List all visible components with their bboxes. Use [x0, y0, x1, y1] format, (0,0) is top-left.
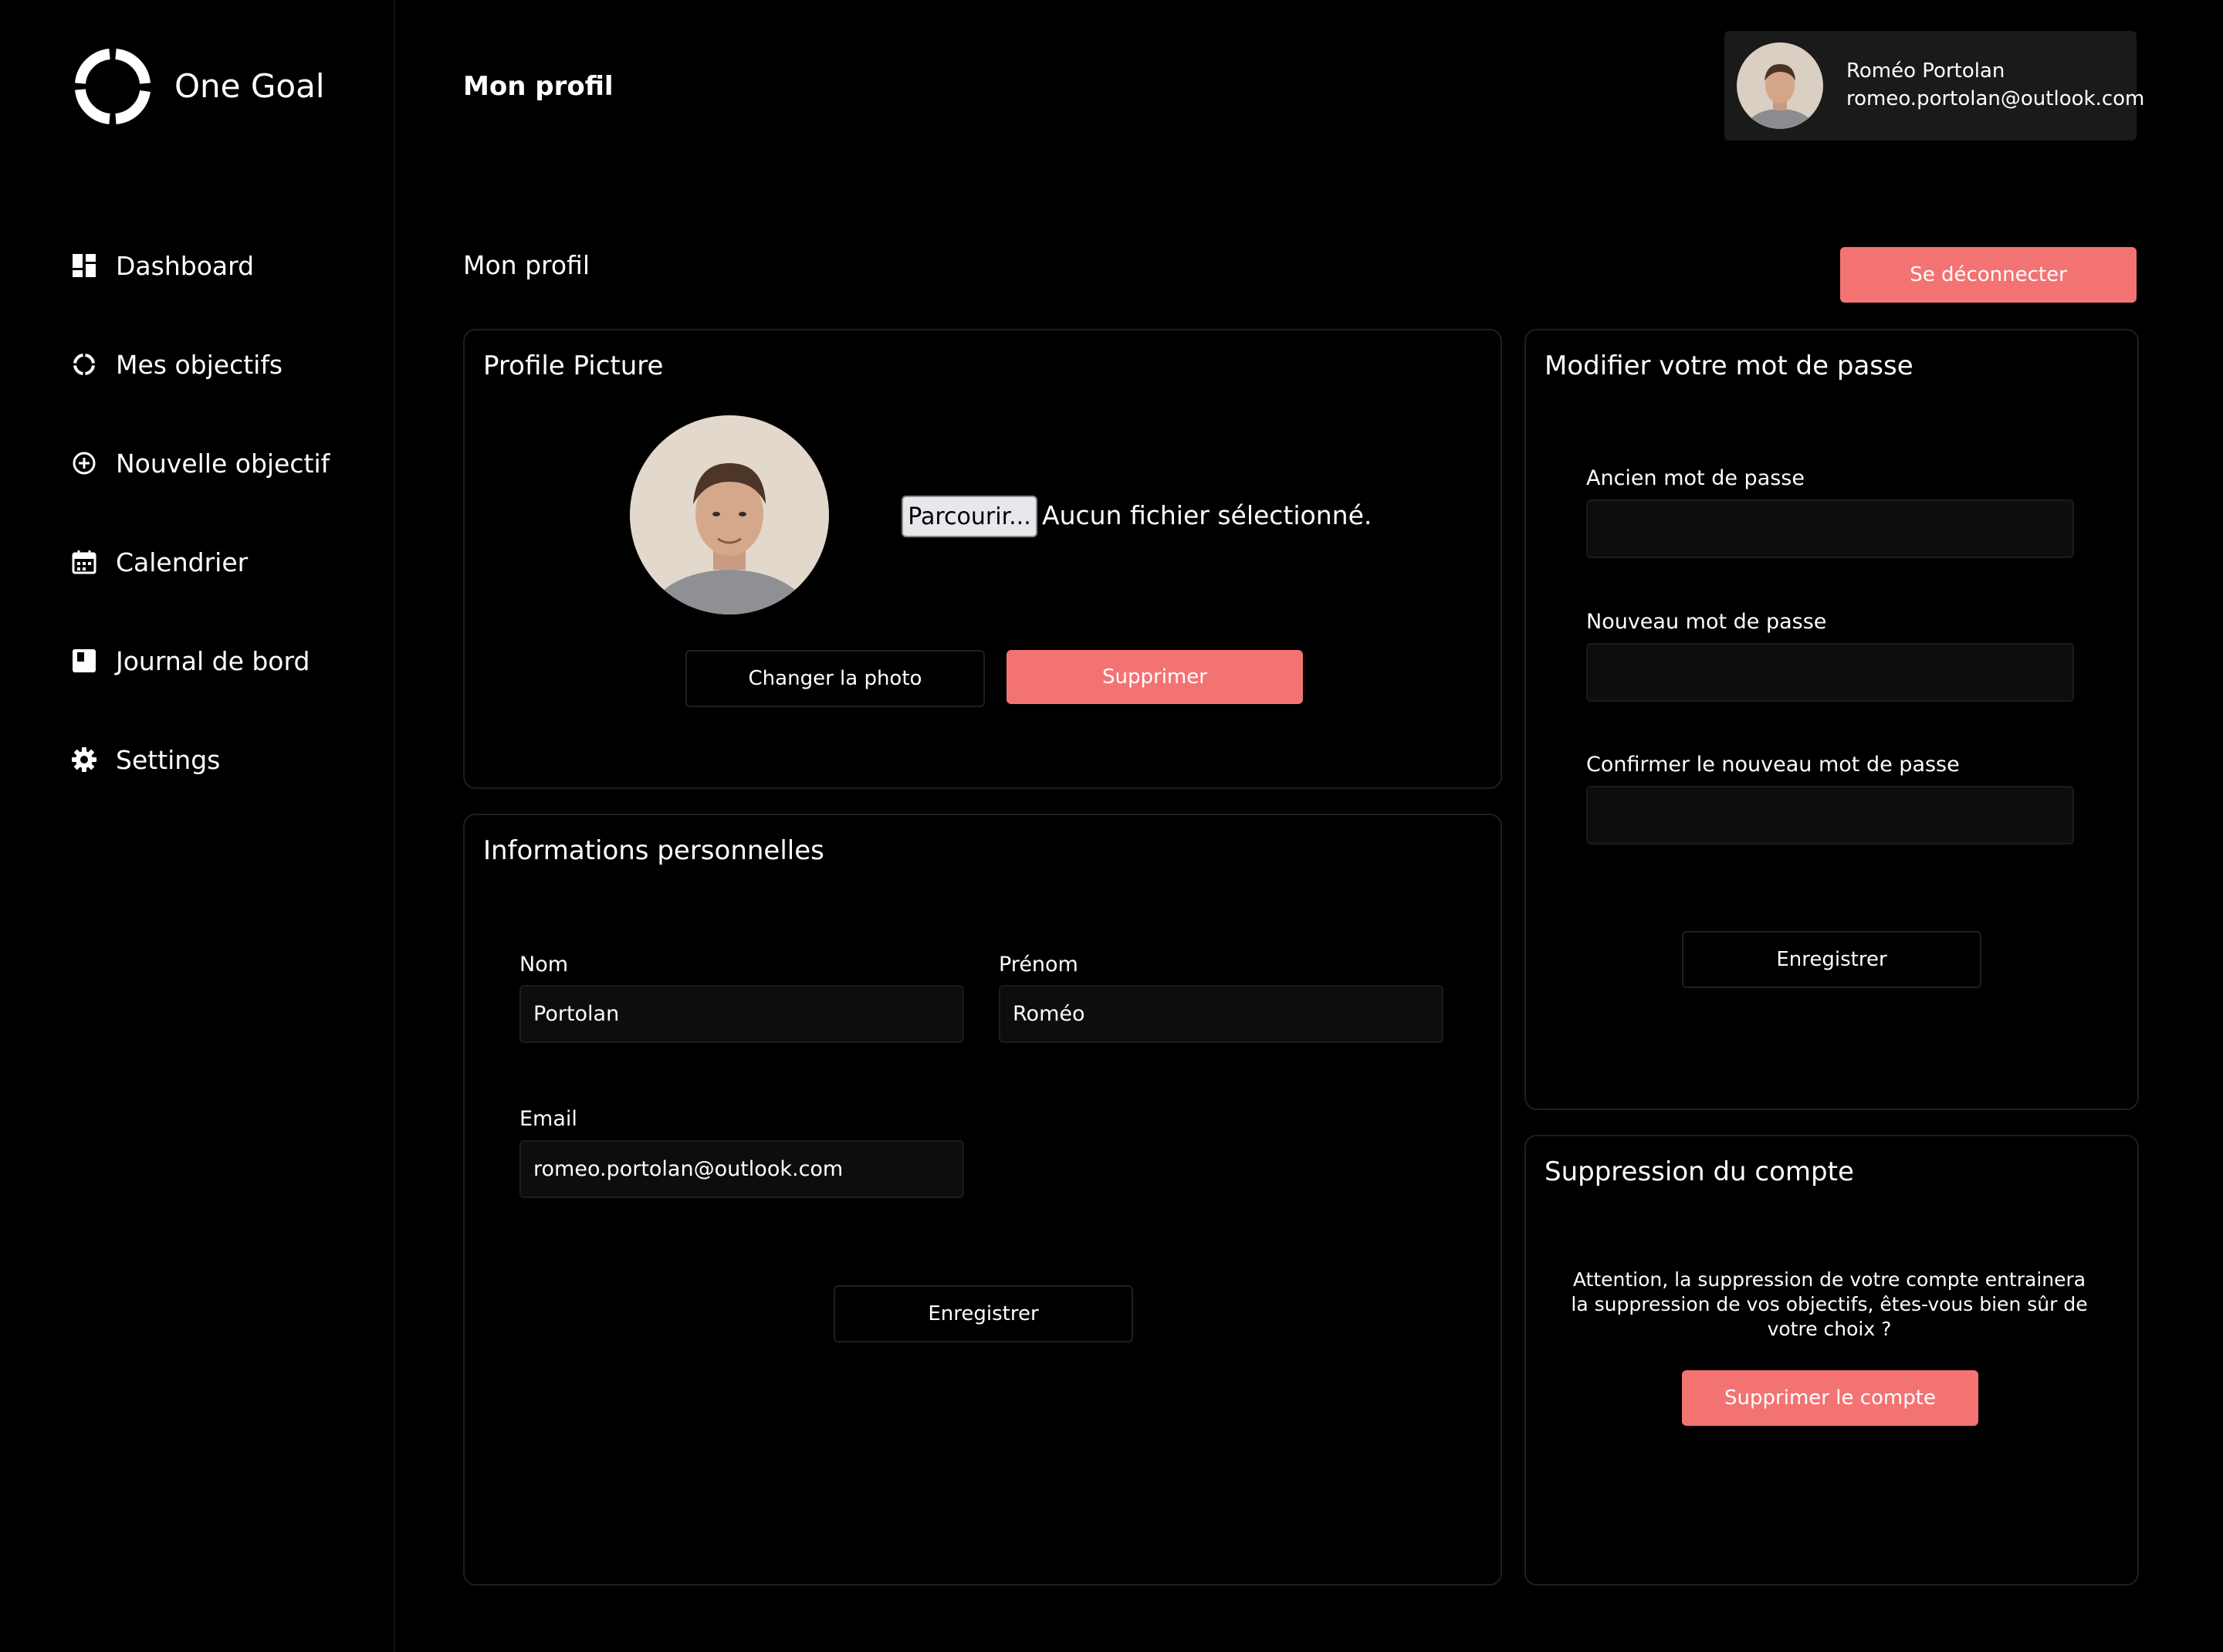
save-personal-info-button[interactable]: Enregistrer [834, 1285, 1133, 1342]
prenom-field[interactable] [999, 985, 1443, 1043]
profile-picture-title: Profile Picture [483, 350, 664, 381]
section-heading: Mon profil [463, 250, 590, 280]
personal-info-card [463, 814, 1502, 1586]
page-title: Mon profil [463, 71, 614, 102]
delete-account-button[interactable]: Supprimer le compte [1682, 1370, 1978, 1426]
profile-picture-card [463, 329, 1502, 789]
sidebar-item-label: Mes objectifs [116, 349, 283, 380]
delete-account-warning: Attention, la suppression de votre compt… [1571, 1268, 2088, 1340]
new-password-field[interactable] [1586, 643, 2074, 702]
sidebar-item-settings[interactable]: Settings [69, 736, 220, 783]
sidebar-item-journal-de-bord[interactable]: Journal de bord [69, 638, 310, 684]
change-photo-button[interactable]: Changer la photo [685, 650, 985, 707]
delete-account-title: Suppression du compte [1545, 1156, 1854, 1187]
old-password-label: Ancien mot de passe [1586, 466, 1805, 490]
sidebar-item-label: Journal de bord [116, 645, 310, 676]
sidebar-item-label: Dashboard [116, 250, 255, 281]
nom-field[interactable] [519, 985, 964, 1043]
sidebar-item-label: Calendrier [116, 547, 249, 577]
new-password-label: Nouveau mot de passe [1586, 610, 1827, 634]
sidebar-item-nouvelle-objectif[interactable]: Nouvelle objectif [69, 440, 330, 486]
delete-photo-button[interactable]: Supprimer [1007, 650, 1303, 704]
confirm-password-field[interactable] [1586, 786, 2074, 845]
sidebar-item-label: Settings [116, 744, 221, 775]
user-profile-card[interactable]: Roméo Portolan romeo.portolan@outlook.co… [1724, 31, 2144, 140]
confirm-password-label: Confirmer le nouveau mot de passe [1586, 753, 1960, 777]
calendar-icon [69, 547, 99, 577]
logout-button[interactable]: Se déconnecter [1840, 247, 2137, 303]
change-password-title: Modifier votre mot de passe [1545, 350, 1913, 381]
save-password-button[interactable]: Enregistrer [1682, 931, 1981, 988]
change-password-card [1524, 329, 2139, 1110]
goal-ring-icon [69, 350, 99, 379]
avatar [1737, 42, 1823, 129]
email-field[interactable] [519, 1140, 964, 1198]
personal-info-title: Informations personnelles [483, 835, 824, 866]
delete-account-card [1524, 1135, 2139, 1586]
user-name: Roméo Portolan [1846, 59, 2005, 83]
user-email: romeo.portolan@outlook.com [1846, 87, 2145, 110]
app-name: One Goal [174, 67, 325, 105]
no-file-selected-text: Aucun fichier sélectionné. [1042, 500, 1372, 530]
dashboard-icon [69, 251, 99, 280]
old-password-field[interactable] [1586, 499, 2074, 558]
prenom-label: Prénom [999, 953, 1078, 977]
sidebar-item-dashboard[interactable]: Dashboard [69, 242, 254, 289]
gear-icon [69, 745, 99, 774]
one-goal-logo-icon [74, 48, 151, 125]
nom-label: Nom [519, 953, 569, 977]
browse-file-button[interactable]: Parcourir... [902, 496, 1037, 537]
sidebar-item-calendrier[interactable]: Calendrier [69, 539, 248, 585]
sidebar-item-mes-objectifs[interactable]: Mes objectifs [69, 341, 283, 388]
journal-icon [69, 646, 99, 675]
profile-photo [630, 415, 829, 614]
email-label: Email [519, 1107, 577, 1131]
sidebar: One Goal Dashboard Mes objectifs Nouvell… [0, 0, 395, 1652]
sidebar-item-label: Nouvelle objectif [116, 448, 330, 479]
plus-circle-icon [69, 449, 99, 478]
